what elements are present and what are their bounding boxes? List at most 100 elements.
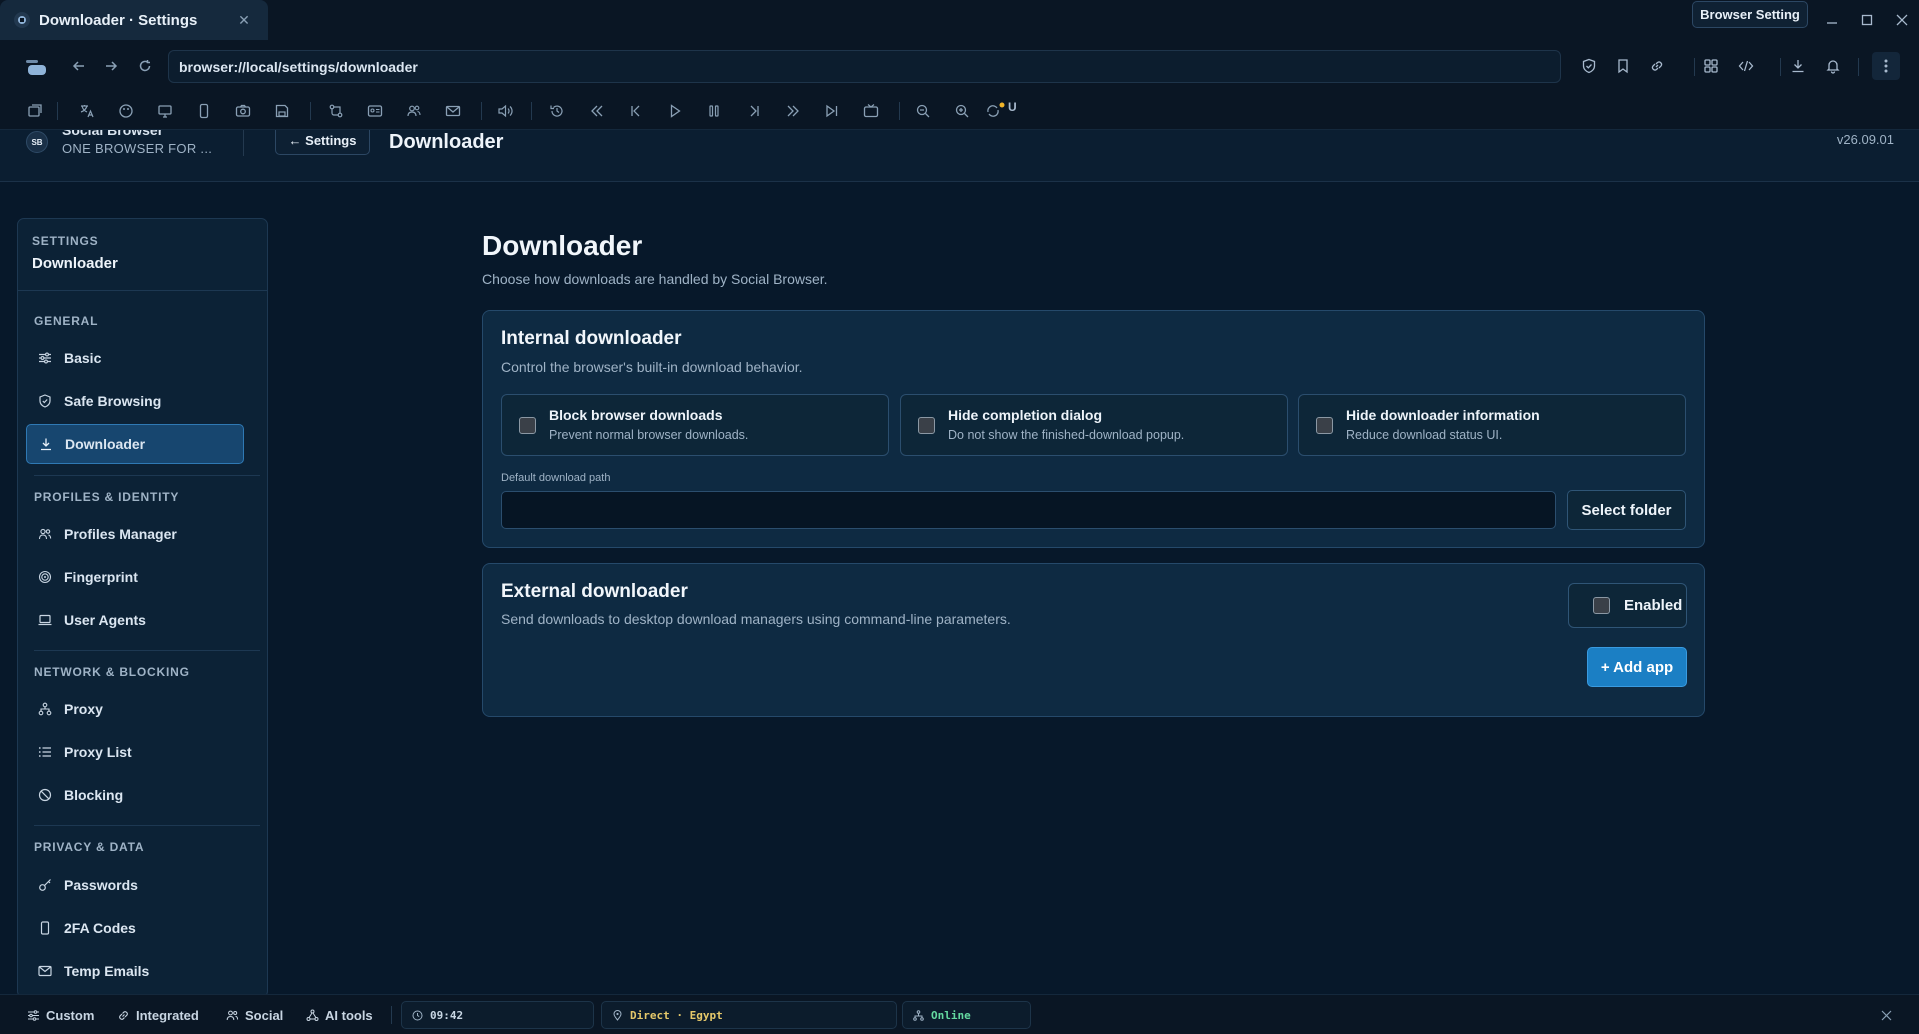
notifications-bell-icon[interactable] bbox=[1819, 52, 1847, 80]
header-divider bbox=[243, 130, 244, 156]
block-icon bbox=[37, 787, 53, 803]
hide-completion-dialog-checkbox[interactable] bbox=[918, 417, 935, 434]
id-card-icon[interactable] bbox=[361, 97, 389, 125]
zoom-in-icon[interactable] bbox=[948, 97, 976, 125]
users-icon bbox=[226, 1009, 239, 1022]
address-bar[interactable]: browser://local/settings/downloader bbox=[168, 50, 1561, 83]
route-icon[interactable] bbox=[322, 97, 350, 125]
option-title: Block browser downloads bbox=[549, 407, 723, 423]
download-icon bbox=[38, 436, 54, 452]
next-icon[interactable] bbox=[740, 97, 768, 125]
more-menu-icon[interactable] bbox=[1872, 52, 1900, 80]
fast-forward-icon[interactable] bbox=[779, 97, 807, 125]
phone-icon bbox=[37, 920, 53, 936]
shield-check-icon[interactable] bbox=[1575, 52, 1603, 80]
hide-downloader-info-checkbox[interactable] bbox=[1316, 417, 1333, 434]
tv-icon[interactable] bbox=[857, 97, 885, 125]
sidebar-item-fingerprint[interactable]: Fingerprint bbox=[26, 557, 244, 597]
windows-icon[interactable] bbox=[21, 97, 49, 125]
zoom-out-icon[interactable] bbox=[909, 97, 937, 125]
code-icon[interactable] bbox=[1732, 52, 1760, 80]
tab-close-icon[interactable]: ✕ bbox=[232, 8, 256, 32]
browser-setting-button[interactable]: Browser Setting bbox=[1692, 1, 1808, 28]
previous-icon[interactable] bbox=[622, 97, 650, 125]
status-custom[interactable]: Custom bbox=[27, 1004, 94, 1026]
minimize-icon[interactable] bbox=[1820, 8, 1844, 32]
brand-name: Social Browser bbox=[62, 130, 164, 138]
downloads-icon[interactable] bbox=[1784, 52, 1812, 80]
status-integrated[interactable]: Integrated bbox=[117, 1004, 199, 1026]
sidebar-item-label: 2FA Codes bbox=[64, 920, 136, 936]
sidebar-item-label: Proxy List bbox=[64, 744, 132, 760]
status-ai-tools[interactable]: AI tools bbox=[306, 1004, 373, 1026]
mail-icon bbox=[37, 963, 53, 979]
external-enabled-toggle[interactable]: Enabled bbox=[1568, 583, 1687, 628]
sidebar-item-proxy[interactable]: Proxy bbox=[26, 689, 244, 729]
status-proxy-value: Direct · Egypt bbox=[630, 1008, 723, 1022]
speaker-icon[interactable] bbox=[491, 97, 519, 125]
sidebar-item-temp-emails[interactable]: Temp Emails bbox=[26, 951, 244, 991]
block-downloads-checkbox[interactable] bbox=[519, 417, 536, 434]
section-subtitle: Choose how downloads are handled by Soci… bbox=[482, 271, 828, 287]
sidebar-item-label: Basic bbox=[64, 350, 102, 366]
maximize-icon[interactable] bbox=[1855, 8, 1879, 32]
window-close-icon[interactable] bbox=[1890, 8, 1914, 32]
status-proxy[interactable]: Direct · Egypt bbox=[601, 1001, 897, 1029]
users-icon[interactable] bbox=[400, 97, 428, 125]
browser-tab[interactable]: Downloader · Settings ✕ bbox=[0, 0, 268, 40]
option-description: Prevent normal browser downloads. bbox=[549, 428, 749, 442]
sidebar-item-2fa-codes[interactable]: 2FA Codes bbox=[26, 908, 244, 948]
sidebar-item-safe-browsing[interactable]: Safe Browsing bbox=[26, 381, 244, 421]
link-icon[interactable] bbox=[1643, 52, 1671, 80]
skip-end-icon[interactable] bbox=[818, 97, 846, 125]
sidebar-item-proxy-list[interactable]: Proxy List bbox=[26, 732, 244, 772]
browser-logo-icon[interactable] bbox=[22, 53, 50, 81]
screenshot-camera-icon[interactable] bbox=[229, 97, 257, 125]
pause-icon[interactable] bbox=[700, 97, 728, 125]
mobile-icon[interactable] bbox=[190, 97, 218, 125]
internal-downloader-title: Internal downloader bbox=[501, 328, 682, 349]
bookmark-icon[interactable] bbox=[1609, 52, 1637, 80]
enabled-label: Enabled bbox=[1624, 597, 1683, 614]
sidebar-item-label: Downloader bbox=[65, 436, 146, 452]
rewind-icon[interactable] bbox=[583, 97, 611, 125]
sidebar-divider bbox=[34, 825, 260, 826]
brand-logo: SB bbox=[26, 131, 48, 153]
sidebar-item-downloader[interactable]: Downloader bbox=[26, 424, 244, 464]
block-downloads-option[interactable]: Block browser downloads Prevent normal b… bbox=[501, 394, 889, 456]
toolbar-user-badge: U bbox=[1008, 100, 1017, 114]
sliders-icon bbox=[37, 350, 53, 366]
forward-icon[interactable] bbox=[97, 52, 125, 80]
translate-icon[interactable] bbox=[73, 97, 101, 125]
select-folder-button[interactable]: Select folder bbox=[1567, 490, 1686, 530]
sidebar-item-profiles-manager[interactable]: Profiles Manager bbox=[26, 514, 244, 554]
location-pin-icon bbox=[612, 1009, 623, 1021]
option-description: Do not show the finished-download popup. bbox=[948, 428, 1185, 442]
back-icon[interactable] bbox=[65, 52, 93, 80]
hide-downloader-info-option[interactable]: Hide downloader information Reduce downl… bbox=[1298, 394, 1686, 456]
sidebar-item-label: Blocking bbox=[64, 787, 124, 803]
play-icon[interactable] bbox=[661, 97, 689, 125]
desktop-icon[interactable] bbox=[151, 97, 179, 125]
sidebar-item-passwords[interactable]: Passwords bbox=[26, 865, 244, 905]
status-connection-value: Online bbox=[931, 1008, 971, 1022]
history-icon[interactable] bbox=[543, 97, 571, 125]
title-bar: Downloader · Settings ✕ Browser Setting bbox=[0, 0, 1919, 40]
hide-completion-dialog-option[interactable]: Hide completion dialog Do not show the f… bbox=[900, 394, 1288, 456]
status-social[interactable]: Social bbox=[226, 1004, 283, 1026]
palette-icon[interactable] bbox=[112, 97, 140, 125]
sidebar-item-user-agents[interactable]: User Agents bbox=[26, 600, 244, 640]
save-icon[interactable] bbox=[268, 97, 296, 125]
mail-icon[interactable] bbox=[439, 97, 467, 125]
status-ai-tools-label: AI tools bbox=[325, 1007, 373, 1023]
external-enabled-checkbox[interactable] bbox=[1593, 597, 1610, 614]
add-app-button[interactable]: + Add app bbox=[1587, 647, 1687, 687]
back-to-settings-button[interactable]: ← Settings bbox=[275, 130, 370, 155]
sidebar-item-label: Passwords bbox=[64, 877, 138, 893]
extensions-icon[interactable] bbox=[1697, 52, 1725, 80]
sidebar-item-basic[interactable]: Basic bbox=[26, 338, 244, 378]
sidebar-item-blocking[interactable]: Blocking bbox=[26, 775, 244, 815]
status-bar-close-icon[interactable] bbox=[1872, 1001, 1900, 1029]
download-path-input[interactable] bbox=[501, 491, 1556, 529]
reload-icon[interactable] bbox=[131, 52, 159, 80]
